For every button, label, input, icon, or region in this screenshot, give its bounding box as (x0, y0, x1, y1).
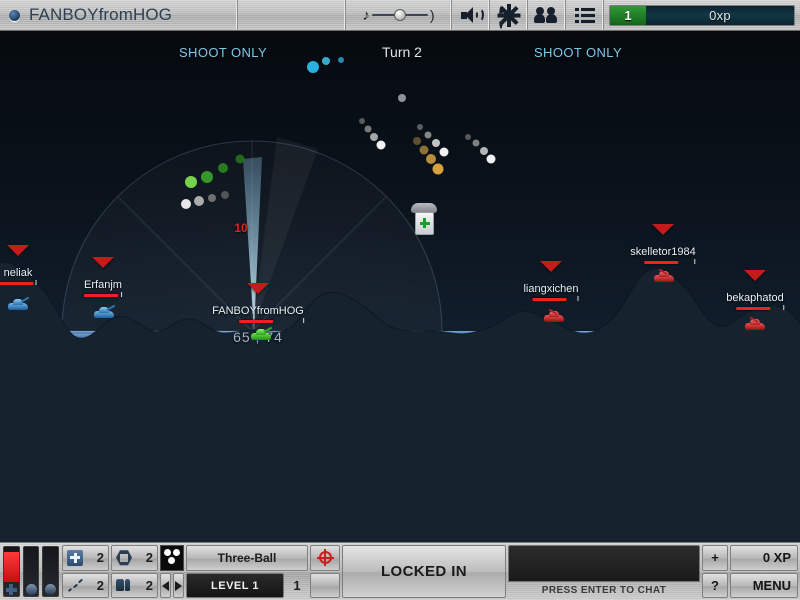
sound-toggle-button[interactable] (452, 0, 490, 30)
weapon-nav (160, 573, 184, 598)
player-tank[interactable] (94, 304, 116, 318)
shield-icon (25, 584, 37, 595)
item-slot[interactable]: 2 (111, 545, 158, 571)
player-tank[interactable] (251, 326, 273, 340)
menu-button[interactable]: MENU (730, 572, 798, 598)
damage-indicator: 10 (234, 221, 248, 235)
bottom-hud: 2222 Three-Ball LEVEL 1 1 LOCKED IN PRES… (0, 542, 800, 600)
chat-hint: PRESS ENTER TO CHAT (541, 584, 667, 596)
turn-indicator: Turn 2 (382, 44, 422, 60)
item-count: 2 (96, 550, 104, 566)
right-buttons: + 0 XP ? MENU (702, 545, 798, 598)
help-button[interactable]: ? (702, 572, 728, 598)
music-note-icon: ♪ (362, 6, 370, 24)
item-count: 2 (96, 577, 104, 593)
hud-health-bar (42, 546, 60, 597)
next-weapon-button[interactable] (173, 573, 184, 598)
xp-progress-bar[interactable]: 1 0xp (609, 4, 795, 26)
window-title: FANBOYfromHOG (29, 5, 172, 24)
people-icon (533, 7, 559, 23)
chat-panel[interactable]: PRESS ENTER TO CHAT (508, 545, 700, 598)
music-volume-control[interactable]: ♪ ) (346, 0, 452, 30)
parachute-icon (116, 577, 132, 593)
weapon-level[interactable]: LEVEL 1 (186, 573, 284, 598)
gear-icon (497, 3, 520, 29)
weapon-count: 1 (293, 578, 301, 593)
weapon-name: Three-Ball (186, 545, 308, 571)
player-tank[interactable] (8, 296, 30, 310)
player-arrow-icon (540, 261, 562, 272)
add-xp-button[interactable]: + (702, 545, 728, 571)
shield-icon (116, 550, 132, 566)
volume-slider-knob[interactable] (393, 9, 406, 21)
item-slot[interactable]: 2 (111, 572, 158, 598)
list-icon (574, 7, 595, 23)
title-bar: FANBOYfromHOG ♪ ) 1 0xp (0, 0, 800, 31)
three-ball-icon (160, 545, 184, 571)
player-tank[interactable] (654, 268, 674, 282)
titlebar-spacer (238, 0, 346, 30)
health-bars (2, 545, 60, 598)
crosshair-button[interactable] (310, 545, 340, 571)
health-cross-icon (419, 218, 430, 228)
weapon-panel: Three-Ball LEVEL 1 1 (160, 545, 308, 598)
crosshair-icon (316, 549, 334, 567)
player-arrow-icon (92, 257, 114, 268)
volume-paren: ) (429, 7, 435, 23)
volume-slider[interactable] (371, 9, 428, 21)
game-window: FANBOYfromHOG ♪ ) 1 0xp SHOOT ONLY Turn … (0, 0, 800, 600)
game-viewport[interactable]: SHOOT ONLY Turn 2 SHOOT ONLY 10 65 , 74 … (0, 31, 800, 562)
circle-icon (45, 584, 57, 595)
item-count: 2 (145, 577, 153, 593)
xp-bar-cell[interactable]: 1 0xp (604, 0, 800, 30)
player-status-dot-icon (9, 9, 20, 21)
window-title-cell: FANBOYfromHOG (0, 0, 238, 30)
scoreboard-button[interactable] (566, 0, 604, 30)
item-slot[interactable]: 2 (62, 572, 109, 598)
settings-button[interactable] (490, 0, 528, 30)
targeting-panel (310, 545, 340, 598)
friends-button[interactable] (528, 0, 566, 30)
player-arrow-icon (744, 270, 766, 281)
health-bar-fill (4, 552, 19, 582)
targeting-secondary-button[interactable] (310, 572, 340, 598)
weapon-level-row: LEVEL 1 1 (186, 573, 308, 598)
prev-weapon-button[interactable] (160, 573, 171, 598)
game-scene (0, 31, 800, 562)
medkit-icon (67, 549, 83, 566)
level-badge: 1 (610, 5, 646, 25)
player-arrow-icon (7, 245, 29, 256)
item-slots: 2 2 2 2 (62, 545, 158, 598)
player-arrow-icon (247, 283, 269, 294)
lock-in-button[interactable]: LOCKED IN (342, 545, 506, 598)
player-arrow-icon (652, 224, 674, 235)
xp-total[interactable]: 0 XP (730, 545, 798, 571)
teleport-icon (67, 577, 84, 593)
item-count: 2 (145, 550, 153, 566)
zone-label-right: SHOOT ONLY (533, 45, 623, 60)
hud-health-bar (22, 546, 40, 597)
player-tank[interactable] (544, 308, 564, 322)
zone-label-left: SHOOT ONLY (178, 45, 268, 60)
item-slot[interactable]: 2 (62, 545, 109, 571)
hud-health-bar (3, 546, 20, 597)
health-crate-icon[interactable] (410, 203, 438, 237)
player-tank[interactable] (745, 316, 765, 330)
chat-input[interactable] (508, 545, 700, 582)
xp-amount: 0xp (709, 7, 731, 23)
speaker-icon (460, 7, 484, 23)
plus-icon (5, 584, 17, 595)
scene-graphics (0, 57, 800, 562)
